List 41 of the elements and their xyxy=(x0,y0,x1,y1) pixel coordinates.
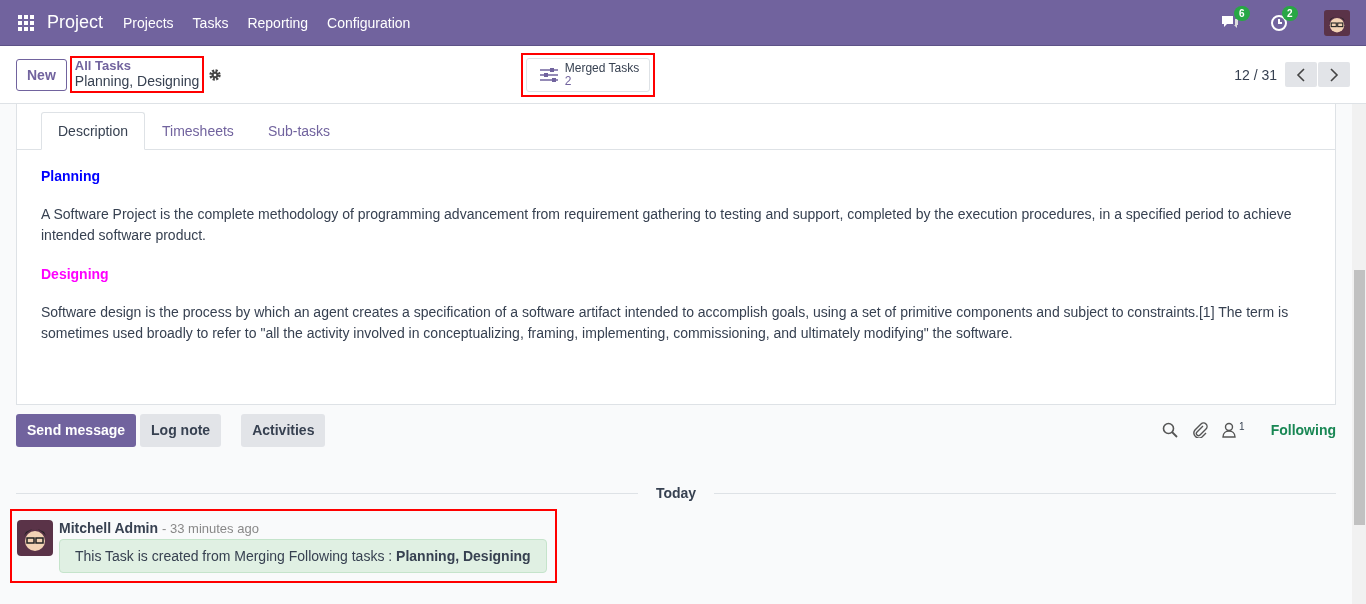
paragraph: Software design is the process by which an agent creates a specification of a software artifact intended to accomplish goals, using a set of primitive components and subject to constraints.[1] The term is sometimes used broadly to refer to "all the activity involved in conceptualizing, framing, implementing, commissioning, and ultimately modifying" the software. xyxy=(41,303,1290,343)
scrollbar[interactable] xyxy=(1352,104,1366,604)
section-heading: Designing xyxy=(41,266,110,282)
sliders-icon[interactable] xyxy=(538,66,559,83)
menu-item[interactable]: Configuration xyxy=(327,14,411,31)
author-name: Mitchell Admin xyxy=(59,520,159,536)
tab[interactable]: Description xyxy=(41,112,146,150)
message-bubble: This Task is created from Merging Following tasks : Planning, Designing xyxy=(59,539,547,573)
section-heading: Planning xyxy=(41,168,102,184)
tab[interactable]: Timesheets xyxy=(145,112,251,150)
send-message-button[interactable]: Send message xyxy=(16,413,137,447)
menu-item[interactable]: Reporting xyxy=(247,14,309,31)
counter-badge: 6 xyxy=(1234,5,1250,21)
pager-value: 12 / 31 xyxy=(1234,66,1277,83)
clock-icon[interactable] xyxy=(1270,13,1288,32)
gear-icon[interactable] xyxy=(209,68,222,81)
counter-badge: 2 xyxy=(1282,5,1298,21)
date-separator: Today xyxy=(654,485,698,501)
follower-count: 1 xyxy=(1239,422,1245,432)
apps-menu-icon[interactable] xyxy=(18,14,34,31)
new-button[interactable]: New xyxy=(16,58,67,91)
following-button[interactable]: Following xyxy=(1270,422,1336,438)
app-name[interactable]: Project xyxy=(47,12,104,33)
scrollbar-thumb[interactable] xyxy=(1354,270,1365,525)
record-title: Planning, Designing xyxy=(74,73,200,90)
merged-tasks-button[interactable]: Merged Tasks 2 xyxy=(525,57,651,92)
person-icon[interactable] xyxy=(1222,422,1237,438)
message-time: - 33 minutes ago xyxy=(162,521,259,536)
paragraph: A Software Project is the complete methodology of programming advancement from requirement gathering to testing and support, completed by the execution procedures, in a specified period to achieve intended software product. xyxy=(41,205,1293,245)
paperclip-icon[interactable] xyxy=(1192,422,1209,438)
breadcrumb-link[interactable]: All Tasks xyxy=(74,59,200,73)
menu-item[interactable]: Projects xyxy=(123,14,174,31)
user-avatar[interactable] xyxy=(1324,9,1350,36)
search-icon[interactable] xyxy=(1162,422,1179,438)
chevron-right-icon[interactable] xyxy=(1329,67,1339,82)
chevron-left-icon[interactable] xyxy=(1296,67,1306,82)
activities-button[interactable]: Activities xyxy=(241,413,326,447)
tab[interactable]: Sub-tasks xyxy=(250,112,348,150)
author-avatar[interactable] xyxy=(17,520,53,556)
menu-item[interactable]: Tasks xyxy=(192,14,229,31)
log-note-button[interactable]: Log note xyxy=(140,413,222,447)
